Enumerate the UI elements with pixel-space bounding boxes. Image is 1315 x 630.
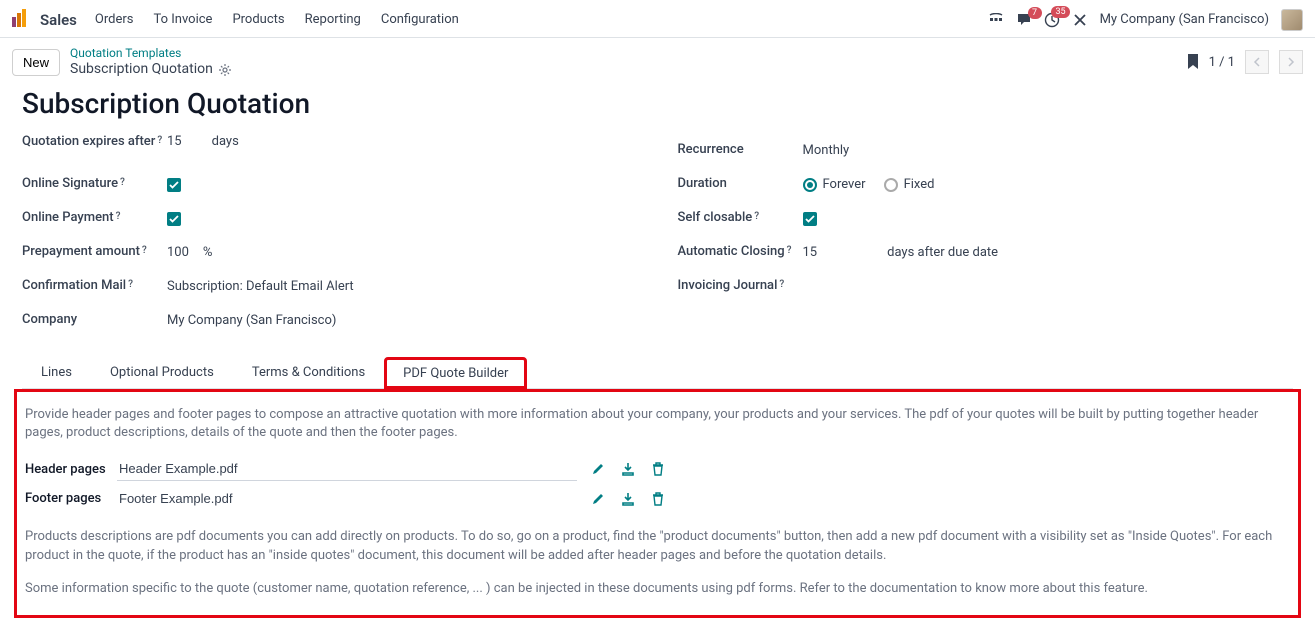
pdf-desc2-text: Products descriptions are pdf documents … [25,528,1290,566]
activity-badge: 35 [1051,6,1069,19]
value-recurrence[interactable]: Monthly [803,143,850,158]
radio-forever-label: Forever [823,177,866,192]
nav-products[interactable]: Products [232,12,284,27]
help-icon[interactable]: ? [116,210,121,227]
form-right-column: Recurrence Monthly Duration Forever Fixe… [678,134,1294,338]
tab-terms-conditions[interactable]: Terms & Conditions [233,356,384,388]
app-name[interactable]: Sales [40,11,77,29]
breadcrumb-current-text: Subscription Quotation [70,61,213,79]
tab-pdf-quote-builder[interactable]: PDF Quote Builder [384,357,527,389]
delete-header-icon[interactable] [651,462,665,476]
label-mail: Confirmation Mail? [22,278,167,295]
value-prepayment[interactable]: 100 [167,245,189,260]
breadcrumb-bar: New Quotation Templates Subscription Quo… [0,38,1315,87]
help-icon[interactable]: ? [779,278,784,295]
help-icon[interactable]: ? [754,210,759,227]
input-header-file[interactable] [117,457,577,481]
label-duration: Duration [678,176,803,193]
download-footer-icon[interactable] [621,492,635,506]
label-autoclose: Automatic Closing? [678,244,803,261]
label-signature: Online Signature? [22,176,167,193]
help-icon[interactable]: ? [142,244,147,261]
label-payment: Online Payment? [22,210,167,227]
value-expires[interactable]: 15 [167,134,182,149]
help-icon[interactable]: ? [128,278,133,295]
tab-lines[interactable]: Lines [22,356,91,388]
value-mail[interactable]: Subscription: Default Email Alert [167,279,354,294]
label-recurrence: Recurrence [678,142,803,159]
pager-counter[interactable]: 1 / 1 [1209,55,1235,70]
nav-configuration[interactable]: Configuration [381,12,459,27]
nav-orders[interactable]: Orders [95,12,134,27]
shortcut-icon[interactable] [988,13,1004,27]
label-footer-pages: Footer pages [25,491,117,506]
page-title: Subscription Quotation [0,87,1315,130]
label-header-pages: Header pages [25,462,117,477]
form-body: Quotation expires after? 15 days Online … [0,130,1315,338]
breadcrumb-current: Subscription Quotation [70,61,231,79]
app-logo-icon [12,9,30,31]
unit-prepayment: % [203,245,213,260]
nav-to-invoice[interactable]: To Invoice [153,12,212,27]
label-expires: Quotation expires after? [22,134,167,151]
radio-forever[interactable] [803,178,817,192]
header-pages-row: Header pages [25,457,1290,481]
value-autoclose[interactable]: 15 [803,245,818,260]
pdf-intro-text: Provide header pages and footer pages to… [25,406,1290,444]
chat-badge: 7 [1028,7,1042,20]
chat-icon[interactable]: 7 [1016,13,1032,27]
edit-header-icon[interactable] [591,462,605,476]
label-company: Company [22,312,167,329]
edit-footer-icon[interactable] [591,492,605,506]
label-journal: Invoicing Journal? [678,278,803,295]
checkbox-selfclose[interactable] [803,212,817,226]
radio-fixed[interactable] [884,178,898,192]
form-left-column: Quotation expires after? 15 days Online … [22,134,638,338]
radio-fixed-label: Fixed [904,177,935,192]
gear-icon[interactable] [219,64,231,76]
bookmark-icon[interactable] [1187,54,1199,70]
help-icon[interactable]: ? [120,176,125,193]
new-button[interactable]: New [12,49,60,76]
label-prepayment: Prepayment amount? [22,244,167,261]
top-navbar: Sales Orders To Invoice Products Reporti… [0,0,1315,38]
tools-icon[interactable] [1072,12,1088,28]
tabs-bar: Lines Optional Products Terms & Conditio… [22,356,1293,389]
nav-reporting[interactable]: Reporting [305,12,361,27]
tab-content-pdf-builder: Provide header pages and footer pages to… [14,389,1301,618]
pager-prev-button[interactable] [1245,50,1269,74]
user-avatar[interactable] [1281,9,1303,31]
company-selector[interactable]: My Company (San Francisco) [1100,12,1269,27]
pdf-desc3-text: Some information specific to the quote (… [25,580,1290,599]
value-company[interactable]: My Company (San Francisco) [167,313,336,328]
breadcrumb-parent[interactable]: Quotation Templates [70,46,231,61]
help-icon[interactable]: ? [157,134,162,151]
help-icon[interactable]: ? [787,244,792,261]
input-footer-file[interactable] [117,487,577,510]
pager-next-button[interactable] [1279,50,1303,74]
label-selfclose: Self closable? [678,210,803,227]
footer-pages-row: Footer pages [25,487,1290,510]
unit-expires: days [212,134,239,149]
tab-optional-products[interactable]: Optional Products [91,356,233,388]
activity-icon[interactable]: 35 [1044,12,1060,28]
delete-footer-icon[interactable] [651,492,665,506]
checkbox-signature[interactable] [167,178,181,192]
checkbox-payment[interactable] [167,212,181,226]
unit-autoclose: days after due date [887,245,998,260]
download-header-icon[interactable] [621,462,635,476]
